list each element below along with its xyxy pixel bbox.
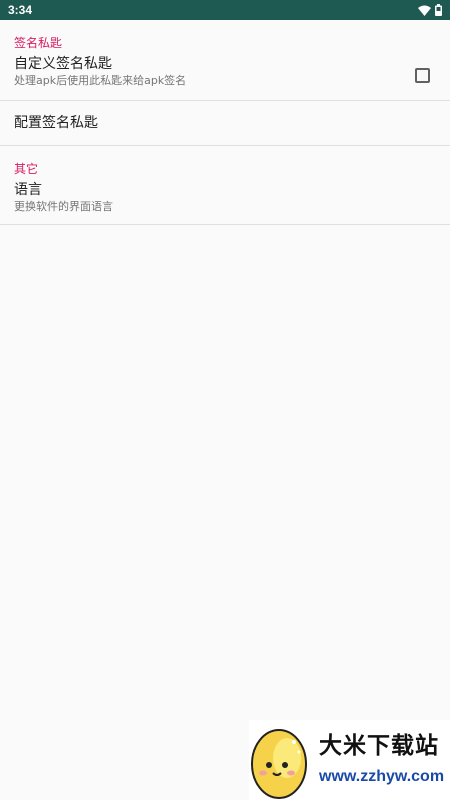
section-header-signing-key: 签名私匙: [14, 36, 63, 50]
pref-summary: 处理apk后使用此私匙来给apk签名: [14, 74, 187, 87]
pref-configure-signing-key[interactable]: 配置签名私匙: [0, 101, 450, 146]
pref-title: 自定义签名私匙: [14, 56, 112, 72]
watermark: 大米下载站 www.zzhyw.com: [249, 720, 450, 800]
pref-custom-signing-key[interactable]: 自定义签名私匙 处理apk后使用此私匙来给apk签名: [0, 53, 450, 101]
pref-language[interactable]: 语言 更换软件的界面语言: [0, 179, 450, 225]
watermark-url: www.zzhyw.com: [319, 768, 445, 785]
custom-key-checkbox[interactable]: [415, 68, 430, 83]
pref-summary: 更换软件的界面语言: [14, 200, 113, 213]
wifi-icon: [418, 5, 431, 16]
rice-mascot-icon: [251, 729, 307, 799]
status-bar: 3:34: [0, 0, 450, 20]
watermark-title: 大米下载站: [319, 733, 439, 759]
settings-page: 签名私匙 自定义签名私匙 处理apk后使用此私匙来给apk签名 配置签名私匙 其…: [0, 20, 450, 800]
section-header-other: 其它: [14, 162, 39, 176]
battery-icon: [435, 4, 442, 16]
status-icons: [418, 4, 442, 16]
pref-title: 语言: [14, 182, 42, 198]
pref-title: 配置签名私匙: [14, 115, 98, 131]
status-time: 3:34: [8, 3, 33, 17]
